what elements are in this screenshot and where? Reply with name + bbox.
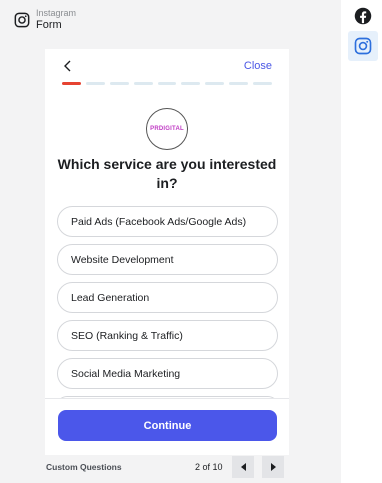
preview-header: Instagram Form <box>14 8 77 31</box>
progress-bar <box>62 82 273 85</box>
option-website-development[interactable]: Website Development <box>57 244 278 275</box>
instagram-icon <box>14 12 30 28</box>
logo-text: PRDIGITAL <box>150 126 184 132</box>
progress-segment <box>109 82 129 85</box>
page-indicator: 2 of 10 <box>195 462 223 472</box>
question-title: Which service are you interested in? <box>57 156 277 191</box>
progress-segment <box>205 82 225 85</box>
facebook-icon <box>354 7 372 25</box>
next-page-button[interactable] <box>262 456 284 478</box>
progress-segment <box>229 82 249 85</box>
options-list: Paid Ads (Facebook Ads/Google Ads) Websi… <box>57 206 278 413</box>
progress-segment <box>157 82 177 85</box>
previous-page-button[interactable] <box>232 456 254 478</box>
instagram-icon <box>354 37 372 55</box>
option-social-media-marketing[interactable]: Social Media Marketing <box>57 358 278 389</box>
close-button[interactable]: Close <box>244 60 272 72</box>
continue-button[interactable]: Continue <box>58 410 277 441</box>
progress-segment <box>62 82 81 85</box>
option-paid-ads[interactable]: Paid Ads (Facebook Ads/Google Ads) <box>57 206 278 237</box>
section-label: Custom Questions <box>46 462 122 472</box>
platform-label: Instagram <box>36 8 77 18</box>
card-footer: Continue <box>45 398 289 455</box>
progress-segment <box>253 82 273 85</box>
header-title: Form <box>36 18 62 31</box>
progress-segment <box>133 82 153 85</box>
pager-bar: Custom Questions 2 of 10 <box>46 456 289 478</box>
form-card: Close PRDIGITAL Which service are you in… <box>45 49 289 455</box>
option-seo[interactable]: SEO (Ranking & Traffic) <box>57 320 278 351</box>
option-lead-generation[interactable]: Lead Generation <box>57 282 278 313</box>
facebook-preview-button[interactable] <box>348 1 378 31</box>
business-logo: PRDIGITAL <box>146 108 188 150</box>
main-panel: Instagram Form Close PRDIGITAL Which ser… <box>0 0 341 483</box>
caret-left-icon <box>240 463 246 471</box>
platform-rail <box>341 0 382 483</box>
progress-segment <box>85 82 105 85</box>
progress-segment <box>181 82 201 85</box>
header-titles: Instagram Form <box>36 8 77 31</box>
caret-right-icon <box>270 463 276 471</box>
instagram-preview-button[interactable] <box>348 31 378 61</box>
back-chevron-icon[interactable] <box>61 59 75 73</box>
